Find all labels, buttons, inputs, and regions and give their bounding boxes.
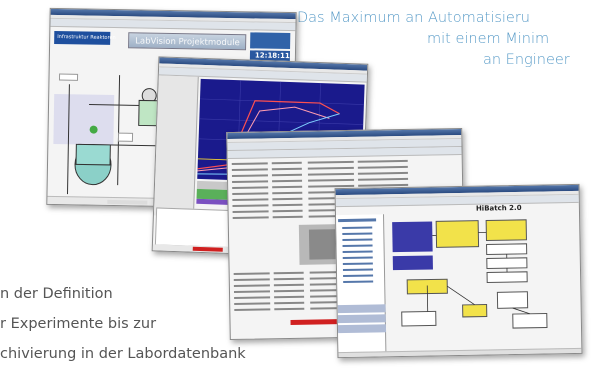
plant-label: Infrastruktur Reaktoren: [54, 30, 116, 45]
bottom-text-line-2: r Experimente bis zur: [0, 316, 157, 332]
workflow-diagram: [392, 219, 548, 329]
bottom-text-line-3: chivierung in der Labordatenbank: [0, 346, 246, 362]
hibatch-window[interactable]: HiBatch 2.0: [334, 183, 583, 359]
tagline-line-2: mit einem Minim: [427, 31, 550, 47]
hibatch-title: HiBatch 2.0: [475, 203, 522, 213]
hibatch-tree: [337, 218, 387, 334]
tagline-line-1: Das Maximum an Automatisieru: [297, 10, 530, 26]
tagline-line-3: an Engineer: [483, 52, 570, 68]
bottom-text-line-1: n der Definition: [0, 286, 113, 302]
